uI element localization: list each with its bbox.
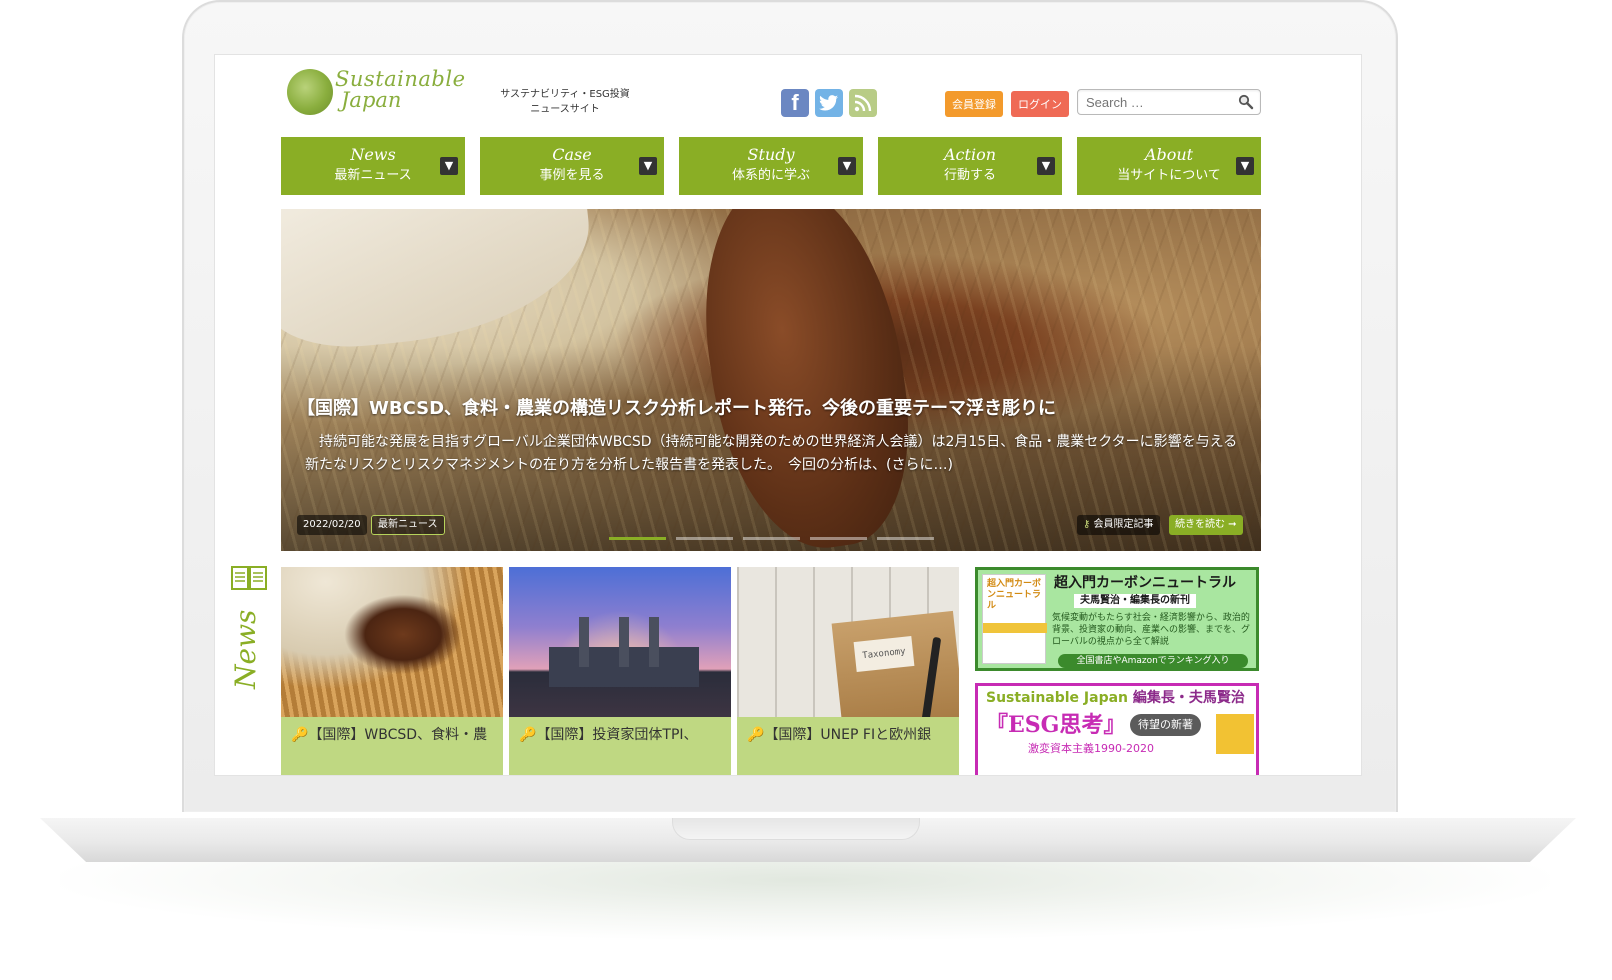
chimney-shape — [579, 617, 589, 667]
chimney-shape — [649, 617, 659, 667]
paper-bag-shape — [831, 610, 959, 734]
site-tagline: サステナビリティ・ESG投資 ニュースサイト — [495, 87, 635, 117]
ad1-description: 気候変動がもたらす社会・経済影響から、政治的背景、投資家の動向、産業への影響、ま… — [1052, 613, 1251, 647]
slider-dot[interactable] — [676, 537, 733, 540]
ad2-brand: Sustainable Japan — [986, 690, 1129, 706]
rss-icon[interactable] — [849, 89, 877, 117]
nav-label-ja: 最新ニュース — [334, 168, 412, 183]
chevron-down-icon[interactable]: ▼ — [1236, 157, 1254, 175]
key-icon: 🔑 — [519, 727, 537, 743]
news-card[interactable]: 🔑【国際】投資家団体TPI、 — [509, 567, 731, 775]
news-card-caption: 🔑【国際】WBCSD、食料・農 — [281, 717, 503, 775]
ad2-title: 『ESG思考』 — [986, 712, 1126, 738]
nav-label-en: Case — [552, 145, 592, 164]
main-nav: News 最新ニュース ▼ Case 事例を見る ▼ Study 体系的に学ぶ … — [281, 137, 1261, 195]
news-card-image — [281, 567, 503, 717]
ad2-badge: 待望の新著 — [1130, 714, 1201, 736]
register-button[interactable]: 会員登録 — [945, 91, 1003, 117]
chevron-down-icon[interactable]: ▼ — [639, 157, 657, 175]
key-icon: ⚷ — [1083, 519, 1094, 530]
open-book-icon — [231, 566, 267, 590]
key-icon: 🔑 — [291, 727, 309, 743]
chevron-down-icon[interactable]: ▼ — [440, 157, 458, 175]
hero-title[interactable]: 【国際】WBCSD、食料・農業の構造リスク分析レポート発行。今後の重要テーマ浮き… — [297, 397, 1056, 421]
slider-dots — [609, 537, 934, 540]
taxonomy-tag: Taxonomy — [853, 636, 915, 672]
laptop-notch — [672, 818, 920, 840]
nav-item-case[interactable]: Case 事例を見る ▼ — [480, 137, 664, 195]
chimney-shape — [619, 617, 629, 667]
nav-label-en: Study — [747, 145, 795, 164]
news-section-label: News — [227, 565, 267, 689]
slider-dot[interactable] — [877, 537, 934, 540]
tagline-line2: ニュースサイト — [530, 104, 600, 115]
book-cover-stripe — [983, 623, 1047, 633]
ad2-author: 編集長・夫馬賢治 — [1128, 690, 1245, 706]
search-box — [1077, 89, 1261, 115]
chevron-down-icon[interactable]: ▼ — [838, 157, 856, 175]
slider-dot[interactable] — [609, 537, 666, 540]
ad1-footer: 全国書店やAmazonでランキング入り — [1058, 654, 1248, 668]
book-cover-title: 超入門カーボンニュートラル — [987, 579, 1042, 611]
nav-label-ja: 当サイトについて — [1117, 168, 1221, 183]
hero-category-badge[interactable]: 最新ニュース — [371, 515, 445, 535]
member-only-badge: ⚷ 会員限定記事 — [1077, 515, 1160, 535]
hero-slider[interactable]: 【国際】WBCSD、食料・農業の構造リスク分析レポート発行。今後の重要テーマ浮き… — [281, 209, 1261, 551]
ad1-title: 超入門カーボンニュートラル — [1054, 575, 1236, 591]
facebook-icon[interactable]: f — [781, 89, 809, 117]
nav-label-ja: 体系的に学ぶ — [731, 168, 810, 183]
twitter-icon[interactable] — [815, 89, 843, 117]
hero-description: 持続可能な発展を目指すグローバル企業団体WBCSD（持続可能な開発のための世界経… — [305, 434, 1238, 473]
tagline-line1: サステナビリティ・ESG投資 — [500, 89, 630, 100]
news-card-title: 【国際】投資家団体TPI、 — [536, 727, 698, 743]
logo-text-line2: Japan — [341, 88, 402, 112]
globe-logo-icon — [287, 69, 333, 115]
news-heading: News — [229, 609, 262, 689]
ad2-header: Sustainable Japan 編集長・夫馬賢治 — [986, 688, 1245, 708]
nav-item-action[interactable]: Action 行動する ▼ — [878, 137, 1062, 195]
chevron-down-icon[interactable]: ▼ — [1037, 157, 1055, 175]
slider-dot[interactable] — [743, 537, 800, 540]
nav-item-study[interactable]: Study 体系的に学ぶ ▼ — [679, 137, 863, 195]
nav-label-ja: 行動する — [943, 168, 996, 183]
news-card-title: 【国際】WBCSD、食料・農 — [308, 727, 488, 743]
news-card[interactable]: Taxonomy 🔑【国際】UNEP FIと欧州銀 — [737, 567, 959, 775]
news-card-caption: 🔑【国際】投資家団体TPI、 — [509, 717, 731, 775]
ad-esg-book[interactable]: Sustainable Japan 編集長・夫馬賢治 『ESG思考』 待望の新著… — [975, 683, 1259, 775]
ad1-subtitle: 夫馬賢治・編集長の新刊 — [1074, 594, 1196, 608]
slider-dot[interactable] — [810, 537, 867, 540]
nav-label-en: News — [350, 145, 396, 164]
news-card-image: Taxonomy — [737, 567, 959, 734]
book-cover-image — [1216, 714, 1254, 754]
logo-text-line1: Sustainable — [335, 67, 466, 91]
nav-label-en: About — [1144, 145, 1194, 164]
hero-date: 2022/02/20 — [297, 515, 367, 535]
social-links: f — [781, 89, 877, 117]
browser-viewport: Sustainable Japan サステナビリティ・ESG投資 ニュースサイト… — [214, 54, 1362, 776]
nav-item-news[interactable]: News 最新ニュース ▼ — [281, 137, 465, 195]
key-icon: 🔑 — [747, 727, 765, 743]
nav-label-ja: 事例を見る — [539, 168, 605, 183]
member-only-label: 会員限定記事 — [1093, 519, 1154, 530]
read-more-button[interactable]: 続きを読む ➞ — [1169, 515, 1243, 535]
search-input[interactable] — [1078, 90, 1228, 114]
nav-item-about[interactable]: About 当サイトについて ▼ — [1077, 137, 1261, 195]
search-icon[interactable] — [1238, 94, 1254, 110]
login-button[interactable]: ログイン — [1011, 91, 1069, 117]
ad-carbon-neutral-book[interactable]: 超入門カーボンニュートラル 超入門カーボンニュートラル 夫馬賢治・編集長の新刊 … — [975, 567, 1259, 671]
news-card-title: 【国際】UNEP FIと欧州銀 — [764, 727, 932, 743]
ad2-subtitle: 激変資本主義1990-2020 — [1028, 742, 1154, 755]
news-card-caption: 🔑【国際】UNEP FIと欧州銀 — [737, 717, 959, 775]
book-cover-image: 超入門カーボンニュートラル — [982, 574, 1047, 664]
nav-label-en: Action — [944, 145, 996, 164]
news-card-image — [509, 567, 731, 717]
site-logo[interactable]: Sustainable Japan — [287, 69, 467, 119]
news-card[interactable]: 🔑【国際】WBCSD、食料・農 — [281, 567, 503, 775]
